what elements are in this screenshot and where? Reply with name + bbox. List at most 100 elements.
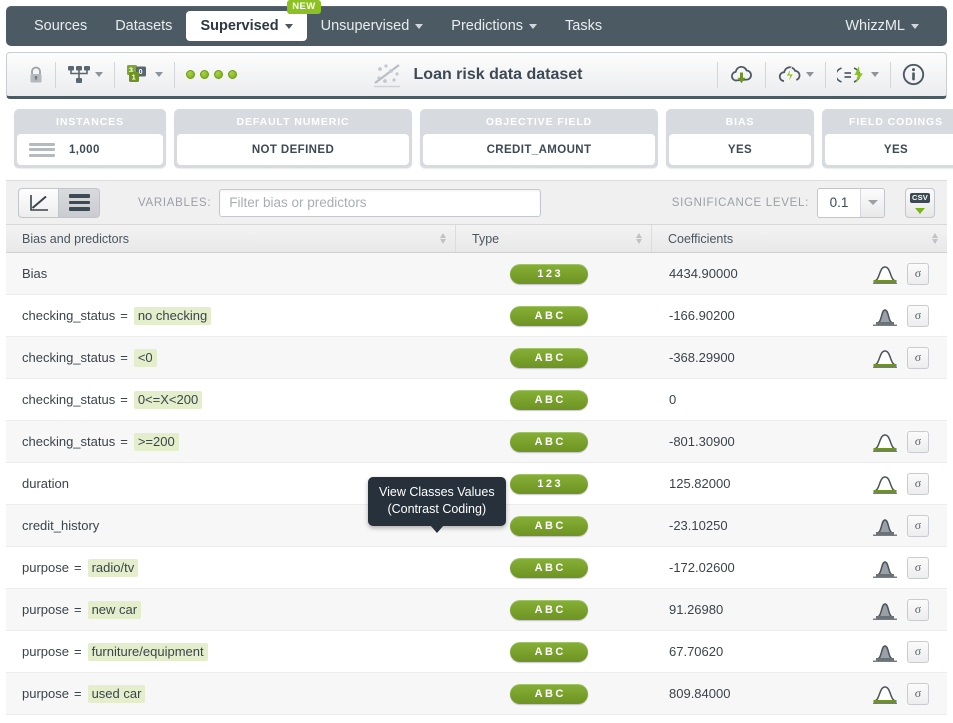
nav-items-container: Sources Datasets Supervised NEW Unsupervised… <box>20 0 616 41</box>
field-type-badge: ABC <box>510 389 588 410</box>
stat-value-container: NOT DEFINED <box>177 134 409 165</box>
download-cloud-button[interactable] <box>718 60 765 90</box>
predictor-class-value: furniture/equipment <box>87 642 208 661</box>
chevron-down-icon <box>529 23 538 29</box>
cell-row-actions: σ <box>872 262 947 285</box>
column-header-coefficients[interactable]: Coefficients <box>652 225 947 252</box>
cell-bias-and-predictor: checking_status = >=200 <box>6 432 456 451</box>
predictor-field-name: checking_status <box>22 308 116 323</box>
table-row[interactable]: Bias 123 4434.90000 σ <box>6 253 947 295</box>
distribution-curve-icon[interactable] <box>872 642 898 662</box>
resource-counter-button[interactable]: 3 0 1 <box>115 60 174 90</box>
cell-row-actions: σ <box>872 640 947 663</box>
table-row[interactable]: purpose = used car ABC 809.84000 σ <box>6 673 947 715</box>
field-type-badge: 123 <box>510 473 588 494</box>
standard-deviation-button[interactable]: σ <box>907 346 929 369</box>
nav-item-sources[interactable]: Sources <box>20 12 101 40</box>
lock-button[interactable] <box>17 60 55 90</box>
cell-type: ABC <box>456 599 652 620</box>
nav-item-supervised[interactable]: Supervised NEW <box>186 0 321 41</box>
cell-type: ABC <box>456 683 652 704</box>
select-arrow <box>860 188 884 217</box>
cell-row-actions: σ <box>872 682 947 705</box>
distribution-curve-icon[interactable] <box>872 684 898 704</box>
standard-deviation-button[interactable]: σ <box>907 640 929 663</box>
rows-icon <box>29 142 55 157</box>
distribution-curve-icon[interactable] <box>872 600 898 620</box>
batch-prediction-button[interactable] <box>826 60 890 90</box>
table-row[interactable]: checking_status = >=200 ABC -801.30900 σ <box>6 421 947 463</box>
distribution-curve-icon[interactable] <box>872 516 898 536</box>
table-row[interactable]: checking_status = <0 ABC -368.29900 σ <box>6 337 947 379</box>
tooltip-line-2: (Contrast Coding) <box>387 502 487 516</box>
svg-text:1: 1 <box>132 73 136 82</box>
status-dots <box>175 60 248 90</box>
stat-label: BIAS <box>725 116 755 128</box>
nav-item-label: Supervised <box>200 18 279 34</box>
export-csv-button[interactable]: CSV <box>905 187 935 218</box>
stat-label: OBJECTIVE FIELD <box>485 116 593 128</box>
table-row[interactable]: purpose = new car ABC 91.26980 σ <box>6 589 947 631</box>
distribution-curve-icon[interactable] <box>872 432 898 452</box>
table-row[interactable]: checking_status = 0<=X<200 ABC 0 <box>6 379 947 421</box>
distribution-curve-icon[interactable] <box>872 558 898 578</box>
predictor-field-name: checking_status <box>22 350 116 365</box>
chart-view-button[interactable] <box>18 187 59 218</box>
project-selector-button[interactable] <box>56 60 114 90</box>
field-type-badge: ABC <box>510 305 588 326</box>
distribution-curve-icon[interactable] <box>872 474 898 494</box>
cloud-action-icon <box>778 65 801 84</box>
predictor-class-value: >=200 <box>133 432 179 451</box>
cell-bias-and-predictor: Bias <box>6 266 456 281</box>
cell-row-actions: σ <box>872 430 947 453</box>
nav-item-predictions[interactable]: Predictions <box>437 12 551 40</box>
standard-deviation-button[interactable]: σ <box>907 556 929 579</box>
stat-value-container: 1,000 <box>17 134 163 165</box>
standard-deviation-button[interactable]: σ <box>907 304 929 327</box>
stat-value: NOT DEFINED <box>251 143 335 156</box>
nav-item-label: WhizzML <box>845 18 905 34</box>
standard-deviation-button[interactable]: σ <box>907 262 929 285</box>
table-row[interactable]: purpose = radio/tv ABC -172.02600 σ <box>6 547 947 589</box>
predictor-field-name: duration <box>22 476 69 491</box>
field-type-badge: ABC <box>510 683 588 704</box>
nav-item-tasks[interactable]: Tasks <box>551 12 616 40</box>
table-row[interactable]: checking_status = no checking ABC -166.90200… <box>6 295 947 337</box>
distribution-curve-icon[interactable] <box>872 306 898 326</box>
standard-deviation-button[interactable]: σ <box>907 472 929 495</box>
distribution-curve-icon[interactable] <box>872 264 898 284</box>
standard-deviation-button[interactable]: σ <box>907 514 929 537</box>
cloud-action-button[interactable] <box>766 60 825 90</box>
standard-deviation-button[interactable]: σ <box>907 430 929 453</box>
info-button[interactable] <box>891 60 936 90</box>
chevron-down-icon <box>867 200 878 205</box>
significance-level-label: SIGNIFICANCE LEVEL: <box>671 196 809 209</box>
list-view-button[interactable] <box>59 187 100 218</box>
nav-item-label: Predictions <box>451 18 524 34</box>
sort-icon <box>636 233 642 244</box>
stat-label: FIELD CODINGS <box>849 116 943 128</box>
column-header-bias-and-predictors[interactable]: Bias and predictors <box>6 225 456 252</box>
variables-filter-input[interactable] <box>219 188 542 217</box>
nav-item-datasets[interactable]: Datasets <box>101 12 186 40</box>
standard-deviation-button[interactable]: σ <box>907 682 929 705</box>
table-row[interactable]: purpose = furniture/equipment ABC 67.70620 σ <box>6 631 947 673</box>
equals-sign: = <box>73 644 82 659</box>
predictor-class-value: 0<=X<200 <box>133 390 203 409</box>
stat-card-objective-field: OBJECTIVE FIELD CREDIT_AMOUNT <box>420 109 658 168</box>
column-header-type[interactable]: Type <box>456 225 652 252</box>
stat-value-container: YES <box>825 134 953 165</box>
cell-coefficient: 125.82000 <box>669 476 731 491</box>
cell-type: ABC <box>456 305 652 326</box>
equals-sign: = <box>120 434 128 449</box>
significance-level-select[interactable]: 0.1 <box>817 187 885 218</box>
distribution-curve-icon[interactable] <box>872 348 898 368</box>
cell-coefficient: 4434.90000 <box>669 266 738 281</box>
nav-item-whizzml[interactable]: WhizzML <box>831 12 933 40</box>
field-type-badge: ABC <box>510 641 588 662</box>
stat-card-bias: BIAS YES <box>666 109 814 168</box>
chevron-down-icon <box>95 72 103 77</box>
nav-item-unsupervised[interactable]: Unsupervised <box>307 12 438 40</box>
standard-deviation-button[interactable]: σ <box>907 598 929 621</box>
equals-sign: = <box>73 602 82 617</box>
